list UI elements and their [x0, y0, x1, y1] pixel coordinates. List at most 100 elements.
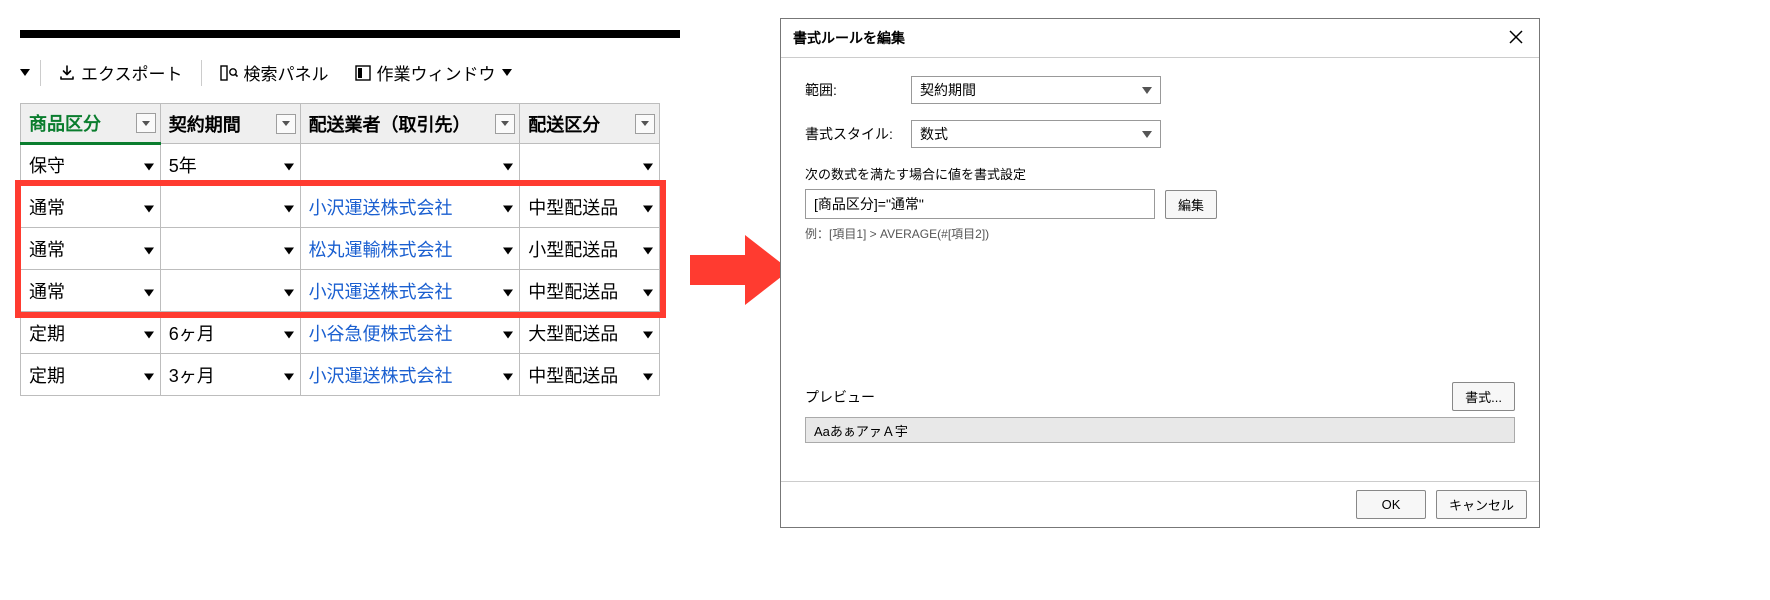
- column-header[interactable]: 配送業者（取引先）: [300, 104, 520, 144]
- cell-dropdown-button[interactable]: [503, 196, 513, 217]
- range-label: 範囲:: [805, 80, 895, 100]
- table-cell[interactable]: [160, 228, 300, 270]
- cell-dropdown-button[interactable]: [503, 280, 513, 301]
- chevron-down-icon: [144, 331, 154, 338]
- table-cell[interactable]: 中型配送品: [520, 270, 660, 312]
- format-rule-dialog: 書式ルールを編集 範囲: 契約期間 書式スタイル: 数式 次の数式を満たす場合に…: [780, 18, 1540, 528]
- work-window-button[interactable]: 作業ウィンドウ: [347, 56, 520, 89]
- table-cell[interactable]: 通常: [21, 186, 161, 228]
- table-cell[interactable]: 通常: [21, 270, 161, 312]
- chevron-down-icon: [503, 247, 513, 254]
- table-cell[interactable]: [520, 144, 660, 186]
- cell-dropdown-button[interactable]: [144, 196, 154, 217]
- table-cell[interactable]: [160, 186, 300, 228]
- export-button[interactable]: エクスポート: [51, 56, 191, 89]
- table-cell[interactable]: 松丸運輸株式会社: [300, 228, 520, 270]
- menu-caret-icon[interactable]: [20, 69, 30, 76]
- table-cell[interactable]: 保守: [21, 144, 161, 186]
- ok-button[interactable]: OK: [1356, 490, 1426, 519]
- edit-button[interactable]: 編集: [1165, 190, 1217, 219]
- cell-dropdown-button[interactable]: [284, 154, 294, 175]
- toolbar-separator: [40, 60, 41, 86]
- column-header[interactable]: 契約期間: [160, 104, 300, 144]
- cell-dropdown-button[interactable]: [284, 238, 294, 259]
- chevron-down-icon: [144, 205, 154, 212]
- table-cell[interactable]: 小沢運送株式会社: [300, 354, 520, 396]
- cell-dropdown-button[interactable]: [643, 154, 653, 175]
- cell-dropdown-button[interactable]: [284, 322, 294, 343]
- table-cell[interactable]: 通常: [21, 228, 161, 270]
- arrow-icon: [690, 235, 790, 308]
- table-cell[interactable]: 小型配送品: [520, 228, 660, 270]
- chevron-down-icon: [284, 247, 294, 254]
- formula-section-label: 次の数式を満たす場合に値を書式設定: [805, 164, 1515, 183]
- column-header[interactable]: 配送区分: [520, 104, 660, 144]
- cell-dropdown-button[interactable]: [144, 364, 154, 385]
- column-filter-button[interactable]: [495, 114, 515, 134]
- chevron-down-icon: [503, 373, 513, 380]
- table-cell[interactable]: 小沢運送株式会社: [300, 270, 520, 312]
- table-cell[interactable]: [160, 270, 300, 312]
- cell-dropdown-button[interactable]: [503, 154, 513, 175]
- cell-dropdown-button[interactable]: [643, 196, 653, 217]
- column-filter-button[interactable]: [276, 114, 296, 134]
- table-cell[interactable]: [300, 144, 520, 186]
- chevron-down-icon: [643, 247, 653, 254]
- format-button[interactable]: 書式...: [1452, 382, 1515, 411]
- chevron-down-icon: [284, 331, 294, 338]
- formula-example: 例：[項目1] > AVERAGE(#[項目2]): [805, 225, 1515, 242]
- cell-dropdown-button[interactable]: [284, 280, 294, 301]
- preview-sample: AaあぁアァＡ宇: [805, 417, 1515, 443]
- chevron-down-icon: [284, 289, 294, 296]
- download-icon: [59, 65, 75, 81]
- cell-dropdown-button[interactable]: [643, 280, 653, 301]
- table-cell[interactable]: 5年: [160, 144, 300, 186]
- cell-dropdown-button[interactable]: [144, 280, 154, 301]
- table-cell[interactable]: 定期: [21, 354, 161, 396]
- work-window-label: 作業ウィンドウ: [377, 60, 496, 85]
- cell-dropdown-button[interactable]: [503, 322, 513, 343]
- table-row: 定期3ヶ月小沢運送株式会社中型配送品: [21, 354, 660, 396]
- cell-dropdown-button[interactable]: [284, 364, 294, 385]
- style-value: 数式: [920, 124, 948, 144]
- formula-input[interactable]: [商品区分]="通常": [805, 189, 1155, 219]
- chevron-down-icon: [643, 289, 653, 296]
- table-cell[interactable]: 定期: [21, 312, 161, 354]
- style-dropdown[interactable]: 数式: [911, 120, 1161, 148]
- cell-dropdown-button[interactable]: [144, 238, 154, 259]
- table-cell[interactable]: 中型配送品: [520, 354, 660, 396]
- cell-dropdown-button[interactable]: [643, 238, 653, 259]
- column-filter-button[interactable]: [635, 114, 655, 134]
- cell-dropdown-button[interactable]: [503, 238, 513, 259]
- cell-dropdown-button[interactable]: [284, 196, 294, 217]
- cell-dropdown-button[interactable]: [144, 322, 154, 343]
- range-dropdown[interactable]: 契約期間: [911, 76, 1161, 104]
- chevron-down-icon: [144, 164, 154, 171]
- chevron-down-icon: [144, 289, 154, 296]
- formula-value: [商品区分]="通常": [814, 196, 924, 212]
- table-cell[interactable]: 大型配送品: [520, 312, 660, 354]
- chevron-down-icon: [1142, 131, 1152, 138]
- table-cell[interactable]: 小沢運送株式会社: [300, 186, 520, 228]
- column-filter-button[interactable]: [136, 113, 156, 133]
- dialog-title: 書式ルールを編集: [793, 28, 905, 48]
- chevron-down-icon: [643, 373, 653, 380]
- chevron-down-icon: [144, 247, 154, 254]
- table-cell[interactable]: 中型配送品: [520, 186, 660, 228]
- top-black-bar: [20, 30, 680, 38]
- chevron-down-icon: [1142, 87, 1152, 94]
- chevron-down-icon: [142, 121, 150, 126]
- table-cell[interactable]: 小谷急便株式会社: [300, 312, 520, 354]
- table-cell[interactable]: 3ヶ月: [160, 354, 300, 396]
- cell-dropdown-button[interactable]: [643, 322, 653, 343]
- close-button[interactable]: [1505, 27, 1527, 49]
- search-panel-button[interactable]: 検索パネル: [212, 56, 337, 89]
- table-cell[interactable]: 6ヶ月: [160, 312, 300, 354]
- chevron-down-icon: [284, 373, 294, 380]
- close-icon: [1509, 30, 1523, 44]
- cell-dropdown-button[interactable]: [503, 364, 513, 385]
- cell-dropdown-button[interactable]: [144, 155, 154, 176]
- cell-dropdown-button[interactable]: [643, 364, 653, 385]
- column-header[interactable]: 商品区分: [21, 104, 161, 144]
- cancel-button[interactable]: キャンセル: [1436, 490, 1527, 519]
